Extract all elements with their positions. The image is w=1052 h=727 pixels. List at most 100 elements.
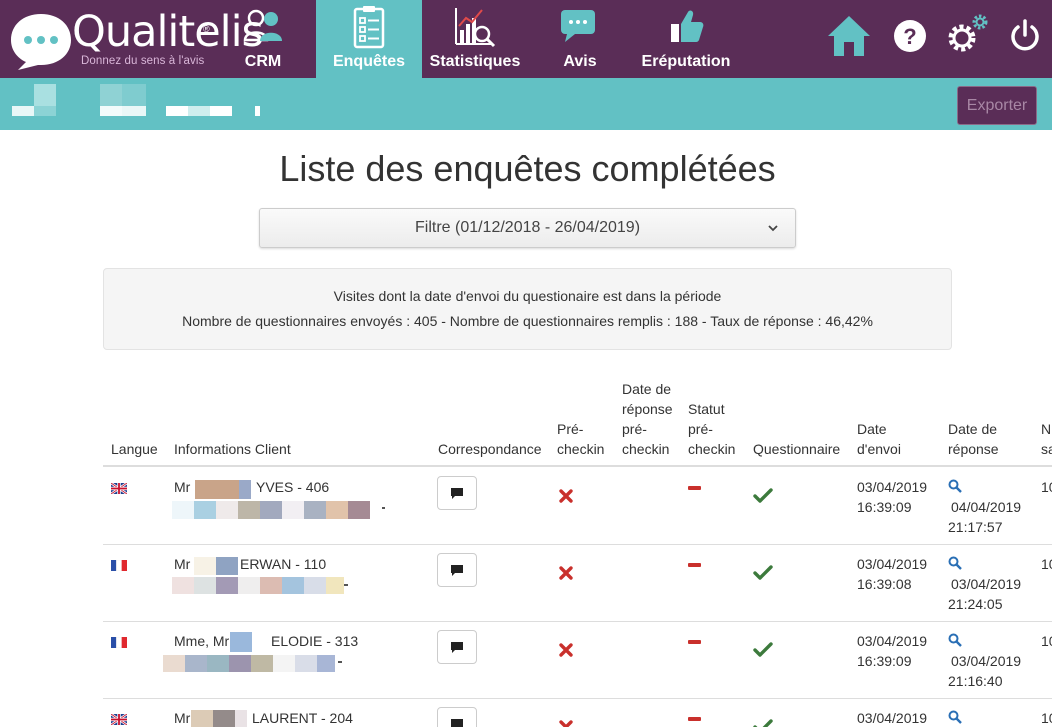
dash-icon [688, 717, 701, 721]
nav-label-ereputation: Eréputation [641, 53, 731, 70]
time-value: 21:16:40 [948, 673, 1003, 689]
column-header-date-reponse[interactable]: Date de réponse [948, 419, 999, 459]
column-header-truncated[interactable]: N sa [1041, 419, 1052, 459]
response-summary-panel: Visites dont la date d'envoi du question… [103, 268, 952, 350]
header-line: Date [857, 421, 887, 437]
logo-tagline: Donnez du sens à l'avis [81, 55, 205, 67]
column-header-precheckin[interactable]: Pré- checkin [557, 419, 604, 459]
column-header-date-envoi[interactable]: Date d'envoi [857, 419, 901, 459]
correspondance-button[interactable] [437, 630, 477, 664]
dash-icon [688, 563, 701, 567]
cross-icon [559, 643, 573, 657]
header-line: checkin [622, 441, 670, 457]
header-line: sa [1041, 441, 1052, 457]
correspondance-button[interactable] [437, 476, 477, 510]
time-value: 16:39:09 [857, 499, 912, 515]
summary-stats-text: Nombre de questionnaires envoyés : 405 -… [182, 313, 873, 329]
column-header-client[interactable]: Informations Client [174, 439, 291, 459]
date-reponse: 04/04/2019 21:17:57 [948, 497, 1021, 537]
row-divider [103, 621, 1052, 622]
settings-icon[interactable] [944, 10, 992, 58]
france-flag-icon [111, 560, 127, 571]
search-icon[interactable] [948, 556, 962, 570]
row-divider [103, 698, 1052, 699]
dash-icon [688, 486, 701, 490]
nav-label-statistiques: Statistiques [429, 53, 521, 70]
chat-bubble-icon [451, 564, 463, 576]
truncated-cell: 10 [1041, 633, 1052, 649]
date-value: 03/04/2019 [951, 653, 1022, 669]
checkmark-icon [753, 642, 773, 657]
export-button[interactable]: Exporter [957, 86, 1037, 125]
row-divider [103, 544, 1052, 545]
client-name: YVES - 406 [256, 479, 330, 495]
truncated-cell: 10 [1041, 556, 1052, 572]
client-civility: Mr [174, 556, 191, 572]
nav-label-crm: CRM [244, 53, 282, 70]
nav-item-ereputation[interactable]: Eréputation [636, 0, 736, 78]
column-header-langue[interactable]: Langue [111, 439, 158, 459]
date-value: 03/04/2019 [857, 633, 928, 649]
thumbs-up-icon [671, 10, 704, 42]
chat-bubbles-icon [561, 10, 595, 42]
help-icon[interactable]: ? [892, 18, 928, 54]
chat-bubble-icon [451, 641, 463, 653]
uk-flag-icon [111, 714, 127, 725]
client-civility: Mr [174, 710, 191, 726]
table-header-divider [103, 465, 1052, 467]
nav-label-avis: Avis [563, 53, 597, 70]
nav-item-crm[interactable]: CRM [220, 0, 306, 78]
date-reponse: 03/04/2019 21:24:05 [948, 574, 1022, 614]
search-icon[interactable] [948, 479, 962, 493]
nav-item-enquetes[interactable]: Enquêtes [316, 0, 422, 78]
date-envoi: 03/04/2019 16:39:08 [857, 554, 927, 594]
column-header-questionnaire[interactable]: Questionnaire [753, 439, 840, 459]
cross-icon [559, 566, 573, 580]
correspondance-button[interactable] [437, 707, 477, 727]
client-name: ERWAN - 110 [240, 556, 327, 572]
header-line: réponse [622, 401, 673, 417]
dash-icon [688, 640, 701, 644]
client-civility: Mme, Mr [174, 633, 230, 649]
power-icon[interactable] [1007, 18, 1043, 54]
header-line: Date de [948, 421, 998, 437]
logo-registered-mark: ® [203, 24, 210, 34]
header-line: Pré- [557, 421, 584, 437]
cross-icon [559, 489, 573, 503]
client-name: ELODIE - 313 [271, 633, 359, 649]
time-value: 21:17:57 [948, 519, 1003, 535]
cross-icon [559, 720, 573, 727]
truncated-cell: 10 [1041, 710, 1052, 726]
chart-magnifier-icon [455, 8, 496, 48]
date-envoi: 03/04/2019 16:39:09 [857, 631, 927, 671]
column-header-statut-precheckin[interactable]: Statut pré- checkin [688, 399, 735, 459]
date-filter-dropdown[interactable]: Filtre (01/12/2018 - 26/04/2019) [259, 208, 796, 248]
uk-flag-icon [111, 483, 127, 494]
time-value: 16:39:08 [857, 576, 912, 592]
checkmark-icon [753, 565, 773, 580]
header-line: N [1041, 421, 1052, 437]
checkmark-icon [753, 488, 773, 503]
correspondance-button[interactable] [437, 553, 477, 587]
client-civility: Mr [174, 479, 191, 495]
column-header-correspondance[interactable]: Correspondance [438, 439, 542, 459]
header-line: Statut [688, 401, 725, 417]
nav-item-avis[interactable]: Avis [540, 0, 620, 78]
qualitelis-logo[interactable]: Qualitelis ® Donnez du sens à l'avis [8, 6, 264, 74]
header-line: Date de [622, 381, 672, 397]
svg-text:?: ? [903, 24, 916, 49]
header-line: pré- [688, 421, 713, 437]
date-value: 03/04/2019 [951, 576, 1022, 592]
search-icon[interactable] [948, 710, 962, 724]
nav-item-statistiques[interactable]: Statistiques [426, 0, 524, 78]
home-icon[interactable] [826, 12, 872, 58]
chat-bubble-icon [451, 487, 463, 499]
time-value: 21:24:05 [948, 596, 1003, 612]
summary-period-text: Visites dont la date d'envoi du question… [333, 288, 722, 304]
column-header-date-reponse-precheckin[interactable]: Date de réponse pré- checkin [622, 379, 673, 459]
search-icon[interactable] [948, 633, 962, 647]
date-reponse: 03/04/2019 21:16:40 [948, 651, 1022, 691]
header-line: pré- [622, 421, 647, 437]
clipboard-checklist-icon [353, 6, 385, 49]
logo-speech-bubble-icon [11, 14, 71, 70]
